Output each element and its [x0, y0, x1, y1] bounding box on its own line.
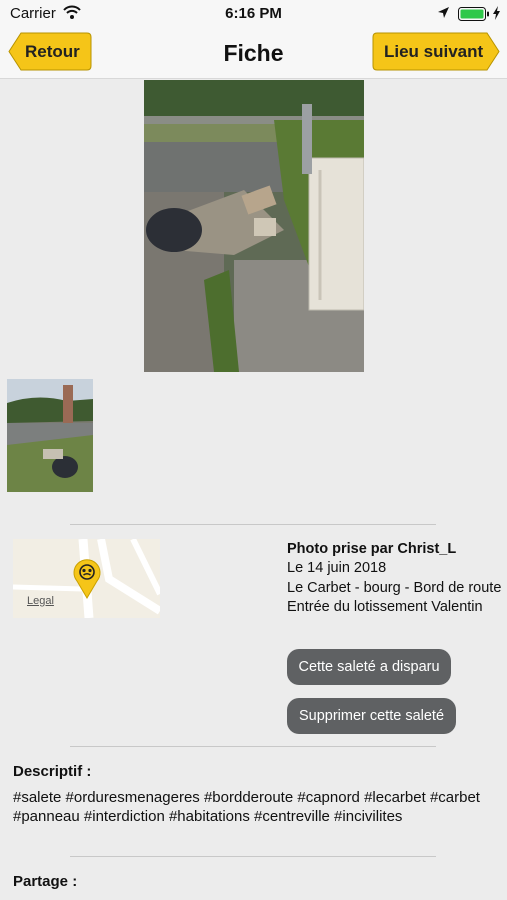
map-legal-link[interactable]: Legal: [27, 595, 54, 607]
description-heading: Descriptif :: [13, 763, 92, 780]
location-map[interactable]: Legal: [13, 539, 160, 618]
divider: [70, 524, 436, 525]
share-heading: Partage :: [13, 873, 78, 890]
map-pin-icon[interactable]: [73, 559, 101, 604]
next-place-button[interactable]: Lieu suivant: [372, 32, 500, 71]
description-tags: #salete #orduresmenageres #bordderoute #…: [13, 789, 480, 825]
photo-info: Photo prise par Christ_L Le 14 juin 2018…: [287, 541, 502, 617]
next-place-button-label: Lieu suivant: [384, 42, 484, 61]
mark-disappeared-button[interactable]: Cette saleté a disparu: [287, 649, 451, 685]
divider: [70, 856, 436, 857]
status-time: 6:16 PM: [225, 5, 282, 22]
navigation-bar: Retour Fiche Lieu suivant: [0, 28, 507, 79]
divider: [70, 746, 436, 747]
delete-report-button[interactable]: Supprimer cette saleté: [287, 698, 456, 734]
charging-bolt-icon: [492, 6, 501, 25]
photo-location: Le Carbet - bourg - Bord de route Entrée…: [287, 580, 502, 615]
location-arrow-icon: [437, 6, 450, 24]
main-photo[interactable]: [144, 80, 364, 372]
photo-date: Le 14 juin 2018: [287, 560, 387, 576]
battery-icon: [458, 7, 490, 26]
status-bar: Carrier 6:16 PM: [0, 0, 507, 28]
photo-author: Photo prise par Christ_L: [287, 541, 457, 557]
photo-thumbnail[interactable]: [7, 379, 93, 492]
